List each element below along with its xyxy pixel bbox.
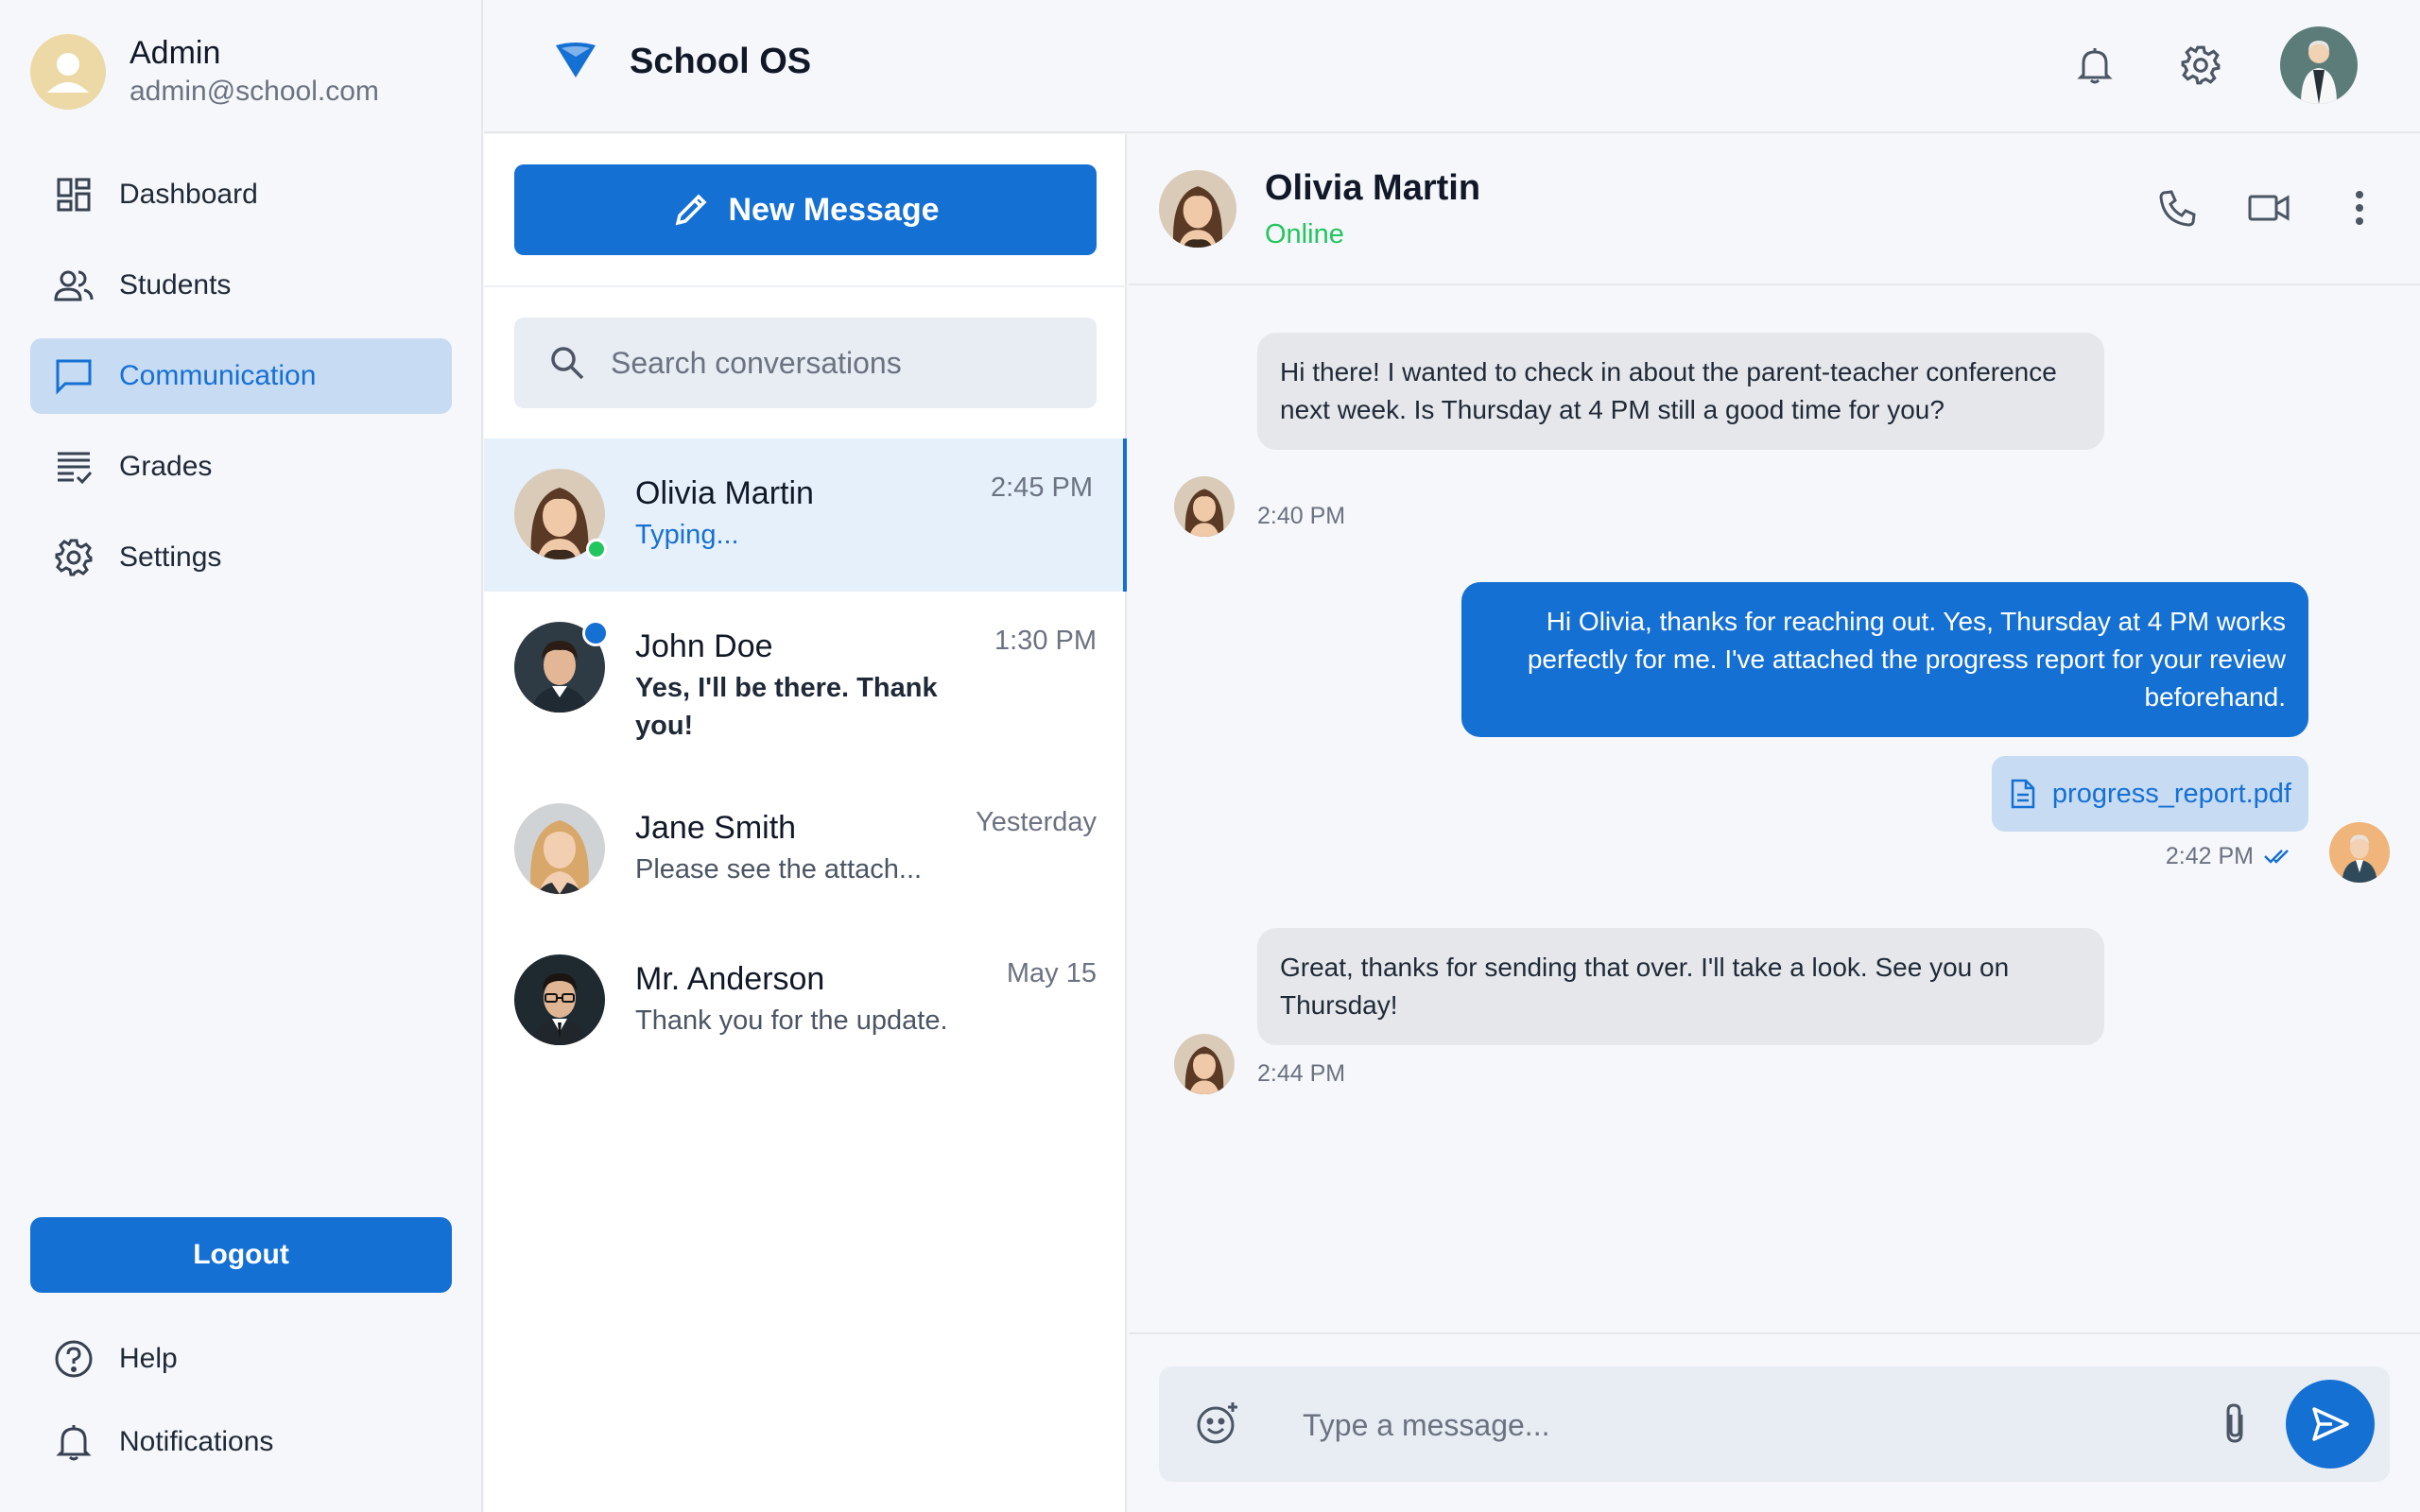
sidebar-item-communication[interactable]: Communication bbox=[30, 338, 452, 414]
bell-icon bbox=[53, 1421, 95, 1463]
conversation-time: 2:45 PM bbox=[991, 472, 1093, 503]
sidebar-item-notifications[interactable]: Notifications bbox=[53, 1414, 273, 1470]
search-input[interactable] bbox=[611, 345, 1064, 381]
attachment-chip[interactable]: progress_report.pdf bbox=[1991, 756, 2308, 832]
message-time: 2:44 PM bbox=[1257, 1060, 1346, 1087]
message-input[interactable] bbox=[1303, 1399, 2153, 1452]
sidebar-item-dashboard[interactable]: Dashboard bbox=[30, 157, 452, 232]
send-icon bbox=[2312, 1407, 2349, 1441]
sidebar-item-students[interactable]: Students bbox=[30, 248, 452, 323]
self-avatar bbox=[2329, 822, 2390, 883]
conversation-name: Mr. Anderson bbox=[635, 961, 825, 997]
gear-icon bbox=[53, 537, 95, 578]
top-bar: School OS bbox=[484, 0, 2420, 133]
contact-avatar[interactable] bbox=[1159, 170, 1236, 248]
divider bbox=[484, 285, 1127, 287]
message-time: 2:42 PM bbox=[2165, 843, 2254, 869]
account-avatar[interactable] bbox=[2280, 26, 2358, 104]
help-icon bbox=[53, 1338, 95, 1380]
chat-actions bbox=[2114, 181, 2386, 234]
conversation-item[interactable]: Olivia Martin 2:45 PM Typing... bbox=[484, 438, 1127, 592]
chat-header: Olivia Martin Online bbox=[1129, 134, 2420, 285]
app-name: School OS bbox=[630, 42, 812, 81]
conversation-preview: Typing... bbox=[635, 520, 739, 550]
bottom-nav: Help Notifications bbox=[53, 1331, 273, 1497]
logout-button[interactable]: Logout bbox=[30, 1217, 452, 1293]
chat-panel: Olivia Martin Online Hi there! I wanted … bbox=[1129, 134, 2420, 1512]
sidebar-item-label: Students bbox=[119, 269, 232, 301]
chat-icon bbox=[53, 355, 95, 397]
conversation-item[interactable]: John Doe 1:30 PM Yes, I'll be there. Tha… bbox=[484, 592, 1127, 773]
video-call-icon[interactable] bbox=[2242, 181, 2295, 234]
search-icon bbox=[551, 347, 584, 380]
sidebar-item-label: Help bbox=[119, 1343, 178, 1374]
emoji-icon[interactable] bbox=[1189, 1395, 1246, 1452]
conversation-preview: Thank you for the update. bbox=[635, 1005, 948, 1036]
top-actions bbox=[2068, 26, 2358, 104]
conversation-time: May 15 bbox=[1006, 958, 1097, 988]
avatar bbox=[514, 803, 605, 894]
attachment-name: progress_report.pdf bbox=[2051, 778, 2291, 809]
composer bbox=[1159, 1366, 2390, 1482]
users-icon bbox=[53, 265, 95, 306]
avatar bbox=[514, 954, 605, 1045]
conversation-list: New Message Search conversations Olivia … bbox=[484, 134, 1127, 1512]
conversation-item[interactable]: Mr. Anderson May 15 Thank you for the up… bbox=[484, 924, 1127, 1075]
profile-avatar bbox=[30, 34, 106, 110]
sidebar-item-settings[interactable]: Settings bbox=[30, 520, 452, 595]
sidebar-item-label: Grades bbox=[119, 451, 213, 482]
conversation-item[interactable]: Jane Smith Yesterday Please see the atta… bbox=[484, 773, 1127, 924]
user-profile[interactable]: Admin admin@school.com bbox=[30, 33, 379, 111]
conversation-preview: Yes, I'll be there. Thank you! bbox=[635, 673, 938, 741]
notifications-bell-icon[interactable] bbox=[2068, 39, 2121, 92]
profile-name: Admin bbox=[130, 35, 221, 71]
sidebar-item-label: Dashboard bbox=[119, 179, 258, 210]
grades-icon bbox=[53, 446, 95, 488]
sender-avatar bbox=[1174, 1034, 1235, 1094]
main-nav: Dashboard Students Communication Grades … bbox=[30, 157, 452, 610]
search-bar bbox=[514, 318, 1097, 408]
send-button[interactable] bbox=[2286, 1380, 2375, 1469]
read-receipt-icon bbox=[2263, 847, 2293, 870]
sidebar: Admin admin@school.com Dashboard Student… bbox=[0, 0, 483, 1512]
conversation-time: 1:30 PM bbox=[994, 626, 1097, 656]
conversation-name: Olivia Martin bbox=[635, 475, 814, 511]
attachment-icon[interactable] bbox=[2206, 1395, 2263, 1452]
pencil-icon bbox=[675, 194, 706, 226]
contact-name: Olivia Martin bbox=[1265, 168, 1481, 208]
brand[interactable]: School OS bbox=[554, 38, 811, 86]
user-silhouette-icon bbox=[47, 53, 89, 93]
new-message-label: New Message bbox=[728, 191, 940, 228]
file-icon bbox=[2011, 779, 2035, 809]
profile-email: admin@school.com bbox=[130, 76, 379, 107]
dashboard-icon bbox=[53, 174, 95, 215]
message-bubble-incoming: Great, thanks for sending that over. I'l… bbox=[1257, 928, 2104, 1045]
message-bubble-outgoing: Hi Olivia, thanks for reaching out. Yes,… bbox=[1461, 582, 2308, 737]
conversation-items: Olivia Martin 2:45 PM Typing... John Doe… bbox=[484, 438, 1127, 1075]
sidebar-item-label: Settings bbox=[119, 541, 222, 573]
more-options-icon[interactable] bbox=[2333, 181, 2386, 234]
new-message-button[interactable]: New Message bbox=[514, 164, 1097, 255]
conversation-name: John Doe bbox=[635, 628, 773, 664]
sidebar-item-help[interactable]: Help bbox=[53, 1331, 273, 1387]
message-bubble-incoming: Hi there! I wanted to check in about the… bbox=[1257, 333, 2104, 450]
conversation-preview: Please see the attach... bbox=[635, 854, 923, 885]
sidebar-item-label: Notifications bbox=[119, 1426, 274, 1457]
message-time: 2:40 PM bbox=[1257, 503, 1346, 529]
sidebar-item-label: Communication bbox=[119, 360, 317, 391]
contact-status: Online bbox=[1265, 219, 1344, 249]
avatar bbox=[514, 469, 607, 559]
sender-avatar bbox=[1174, 476, 1235, 537]
online-status-dot bbox=[586, 539, 607, 559]
unread-indicator bbox=[582, 620, 609, 646]
avatar bbox=[514, 620, 609, 713]
conversation-name: Jane Smith bbox=[635, 810, 797, 846]
conversation-time: Yesterday bbox=[976, 807, 1097, 837]
sidebar-item-grades[interactable]: Grades bbox=[30, 429, 452, 505]
composer-area bbox=[1129, 1332, 2420, 1512]
phone-icon[interactable] bbox=[2152, 181, 2204, 234]
logo-icon bbox=[554, 38, 597, 86]
settings-gear-icon[interactable] bbox=[2174, 39, 2227, 92]
